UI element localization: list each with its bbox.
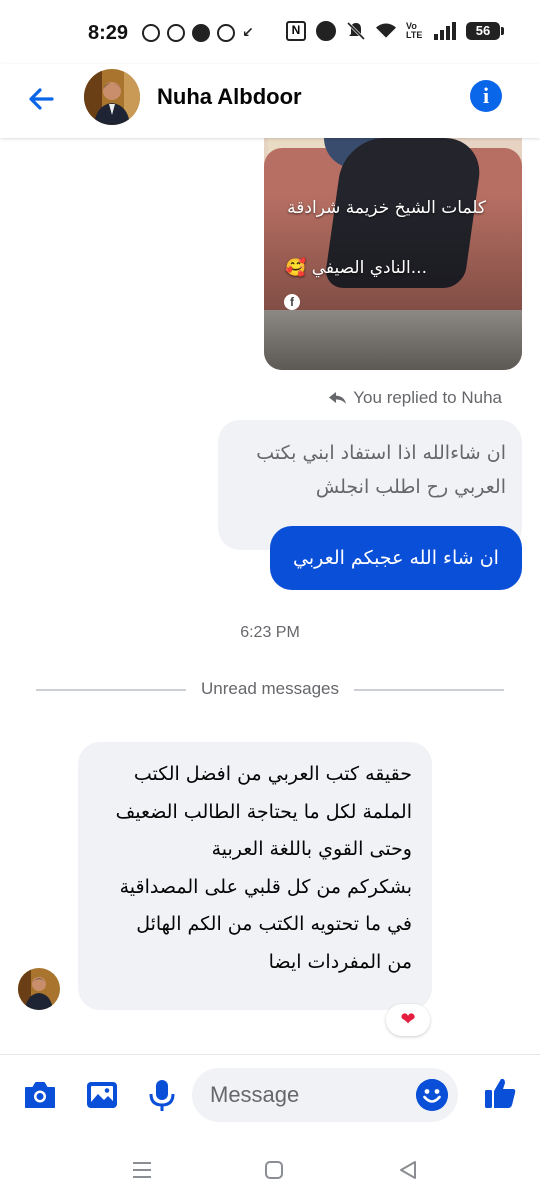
status-time: 8:29 — [88, 22, 129, 44]
system-status-icons: N Vo LTE 56 — [286, 21, 504, 41]
message-input[interactable] — [210, 1078, 410, 1112]
alarm-icon — [316, 21, 336, 41]
chat-notification-icon — [192, 24, 210, 42]
microphone-icon[interactable] — [144, 1077, 180, 1113]
gallery-icon[interactable] — [84, 1077, 120, 1113]
incoming-message-line: الملمة لكل ما يحتاجة الطالب الضعيف — [115, 800, 412, 823]
message-field[interactable] — [192, 1068, 458, 1122]
info-icon[interactable]: i — [470, 80, 502, 112]
incoming-message-line: من المفردات ايضا — [268, 950, 412, 973]
incoming-message-line: بشكركم من كل قلبي على المصداقية — [119, 875, 412, 898]
signal-icon — [434, 22, 456, 40]
divider-line-right — [354, 689, 504, 691]
battery-indicator: 56 — [466, 22, 504, 40]
video-overlay — [264, 138, 522, 370]
reply-context-text: You replied to Nuha — [353, 388, 502, 407]
missed-call-icon: ↙ — [242, 25, 254, 41]
emoji-icon[interactable] — [416, 1079, 448, 1111]
video-title: كلمات الشيخ خزيمة شرادقة — [287, 198, 486, 218]
recent-apps-icon[interactable] — [130, 1158, 154, 1182]
incoming-message-line: في ما تحتويه الكتب من الكم الهائل — [136, 913, 412, 935]
camera-icon[interactable] — [22, 1077, 58, 1113]
facebook-icon: f — [284, 294, 300, 310]
conversation-header: Nuha Albdoor i — [0, 64, 540, 138]
reply-arrow-icon — [329, 392, 347, 404]
contact-name[interactable]: Nuha Albdoor — [157, 84, 302, 110]
reply-context-label: You replied to Nuha — [329, 388, 502, 408]
status-bar: 8:29 ↙ N Vo LTE 56 — [0, 0, 540, 64]
sender-avatar[interactable] — [18, 968, 60, 1010]
notification-icons: ↙ — [142, 24, 260, 42]
app-notification-icon — [217, 24, 235, 42]
video-subtitle: ...النادي الصيفي 🥰 — [285, 258, 427, 278]
shared-video-card[interactable]: كلمات الشيخ خزيمة شرادقة ...النادي الصيف… — [264, 138, 522, 370]
volte-icon: Vo LTE — [406, 21, 423, 40]
thumbs-up-icon[interactable] — [482, 1075, 518, 1111]
incoming-message-line: وحتى القوي باللغة العربية — [211, 838, 412, 860]
incoming-message-line: حقيقه كتب العربي من افضل الكتب — [133, 763, 412, 785]
outgoing-message[interactable]: ان شاء الله عجبكم العربي — [270, 526, 522, 590]
message-composer — [0, 1054, 540, 1140]
nfc-icon: N — [286, 21, 306, 41]
wifi-icon — [376, 23, 396, 38]
home-icon[interactable] — [262, 1158, 286, 1182]
back-arrow-icon[interactable] — [24, 81, 60, 117]
contact-avatar[interactable] — [84, 69, 140, 125]
system-navigation-bar — [0, 1140, 540, 1200]
messenger-notification-icon — [142, 24, 160, 42]
incoming-message[interactable]: حقيقه كتب العربي من افضل الكتب الملمة لك… — [78, 742, 432, 1010]
back-nav-icon[interactable] — [396, 1158, 420, 1182]
heart-reaction[interactable]: ❤ — [386, 1004, 430, 1036]
whatsapp-notification-icon — [167, 24, 185, 42]
unread-divider: Unread messages — [36, 678, 504, 700]
message-list[interactable]: كلمات الشيخ خزيمة شرادقة ...النادي الصيف… — [0, 138, 540, 1054]
message-timestamp: 6:23 PM — [240, 624, 300, 641]
mute-bell-icon — [346, 21, 366, 41]
